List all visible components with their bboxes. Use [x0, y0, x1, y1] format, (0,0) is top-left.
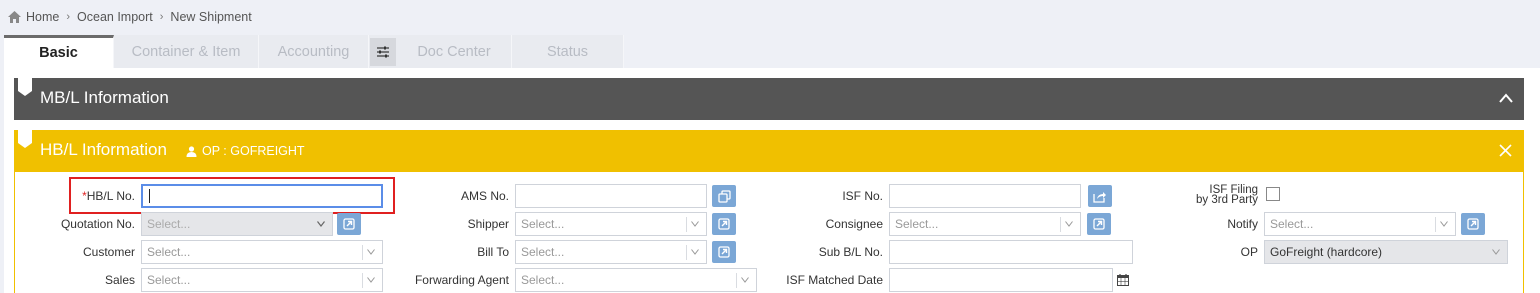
- isf-filing-label-line2: by 3rd Party: [1196, 194, 1258, 206]
- breadcrumb: Home › Ocean Import › New Shipment: [8, 9, 252, 25]
- external-link-icon: [1093, 218, 1105, 230]
- consignee-placeholder: Select...: [895, 217, 939, 231]
- op-label: OP: [1240, 245, 1258, 259]
- isf-no-input[interactable]: [889, 184, 1081, 208]
- bookmark-icon: [18, 76, 32, 96]
- breadcrumb-section[interactable]: Ocean Import: [77, 10, 153, 24]
- bill-to-open-button[interactable]: [712, 241, 736, 263]
- ams-copy-button[interactable]: [712, 185, 736, 207]
- divider: [686, 217, 687, 232]
- divider: [362, 245, 363, 260]
- notify-placeholder: Select...: [1270, 217, 1314, 231]
- chevron-down-icon: [1440, 221, 1448, 227]
- divider: [1060, 217, 1061, 232]
- divider: [1435, 217, 1436, 232]
- shipper-open-button[interactable]: [712, 213, 736, 235]
- isf-matched-date-input[interactable]: [889, 268, 1113, 292]
- calendar-icon[interactable]: [1117, 274, 1129, 286]
- tab-container-item[interactable]: Container & Item: [114, 35, 259, 68]
- quotation-no-select[interactable]: Select...: [141, 212, 333, 236]
- breadcrumb-page: New Shipment: [170, 10, 252, 24]
- isf-no-label: ISF No.: [842, 189, 883, 203]
- divider: [736, 273, 737, 288]
- bill-to-select[interactable]: Select...: [515, 240, 707, 264]
- consignee-open-button[interactable]: [1087, 213, 1111, 235]
- quotation-no-placeholder: Select...: [147, 217, 191, 231]
- shipper-select[interactable]: Select...: [515, 212, 707, 236]
- hbl-panel-header[interactable]: HB/L Information OP : GOFREIGHT: [14, 128, 1524, 172]
- external-link-icon: [343, 218, 355, 230]
- sales-select[interactable]: Select...: [141, 268, 383, 292]
- quotation-open-button[interactable]: [337, 213, 361, 235]
- hbl-panel-title: HB/L Information: [40, 140, 167, 159]
- sales-placeholder: Select...: [147, 273, 191, 287]
- bill-to-placeholder: Select...: [521, 245, 565, 259]
- shipper-label: Shipper: [467, 217, 509, 231]
- sliders-icon: [377, 46, 389, 57]
- quotation-no-label: Quotation No.: [60, 217, 135, 231]
- consignee-select[interactable]: Select...: [889, 212, 1081, 236]
- chevron-up-icon[interactable]: [1498, 91, 1514, 105]
- chevron-right-icon: ›: [159, 11, 164, 23]
- divider: [686, 245, 687, 260]
- external-link-icon: [718, 246, 730, 258]
- forwarding-agent-label: Forwarding Agent: [414, 273, 509, 287]
- external-link-icon: [718, 218, 730, 230]
- consignee-label: Consignee: [825, 217, 883, 231]
- op-value: GoFreight (hardcore): [1270, 245, 1383, 259]
- isf-filing-label: ISF Filing by 3rd Party: [1150, 184, 1258, 206]
- notify-select[interactable]: Select...: [1264, 212, 1456, 236]
- chevron-down-icon: [367, 277, 375, 283]
- bill-to-label: Bill To: [477, 245, 509, 259]
- forwarding-agent-select[interactable]: Select...: [515, 268, 757, 292]
- isf-filing-checkbox[interactable]: [1266, 187, 1280, 201]
- tab-doc-center[interactable]: Doc Center: [397, 35, 512, 68]
- notify-label: Notify: [1227, 217, 1258, 231]
- share-icon: [1093, 191, 1106, 203]
- bookmark-icon: [18, 128, 32, 148]
- close-icon[interactable]: [1499, 144, 1512, 157]
- customer-placeholder: Select...: [147, 245, 191, 259]
- sub-bl-no-label: Sub B/L No.: [818, 245, 883, 259]
- user-icon: [186, 145, 197, 157]
- chevron-down-icon: [1492, 249, 1500, 255]
- chevron-right-icon: ›: [66, 11, 71, 23]
- forwarding-agent-placeholder: Select...: [521, 273, 565, 287]
- copy-icon: [717, 189, 731, 203]
- isf-share-button[interactable]: [1088, 185, 1112, 207]
- chevron-down-icon: [691, 249, 699, 255]
- highlight-box: [69, 177, 395, 214]
- breadcrumb-home[interactable]: Home: [26, 10, 59, 24]
- ams-no-input[interactable]: [515, 184, 707, 208]
- shipper-placeholder: Select...: [521, 217, 565, 231]
- customer-label: Customer: [82, 245, 135, 259]
- notify-open-button[interactable]: [1461, 213, 1485, 235]
- home-icon[interactable]: [8, 11, 21, 23]
- op-badge-text: OP : GOFREIGHT: [202, 144, 305, 158]
- chevron-down-icon: [367, 249, 375, 255]
- tab-settings-button[interactable]: [369, 35, 397, 68]
- tab-accounting[interactable]: Accounting: [259, 35, 369, 68]
- customer-select[interactable]: Select...: [141, 240, 383, 264]
- chevron-down-icon: [691, 221, 699, 227]
- divider: [362, 273, 363, 288]
- chevron-down-icon: [1065, 221, 1073, 227]
- sub-bl-no-input[interactable]: [889, 240, 1133, 264]
- tab-bar: Basic Container & Item Accounting Doc Ce…: [4, 35, 624, 68]
- chevron-down-icon: [317, 221, 325, 227]
- chevron-down-icon: [741, 277, 749, 283]
- tab-status[interactable]: Status: [512, 35, 624, 68]
- mbl-panel-header[interactable]: MB/L Information: [14, 76, 1524, 120]
- op-badge: OP : GOFREIGHT: [186, 144, 305, 158]
- sales-label: Sales: [104, 273, 135, 287]
- isf-matched-date-label: ISF Matched Date: [786, 273, 883, 287]
- tab-basic[interactable]: Basic: [4, 35, 114, 68]
- ams-no-label: AMS No.: [460, 189, 509, 203]
- op-select[interactable]: GoFreight (hardcore): [1264, 240, 1508, 264]
- external-link-icon: [1467, 218, 1479, 230]
- mbl-panel-title: MB/L Information: [40, 88, 169, 107]
